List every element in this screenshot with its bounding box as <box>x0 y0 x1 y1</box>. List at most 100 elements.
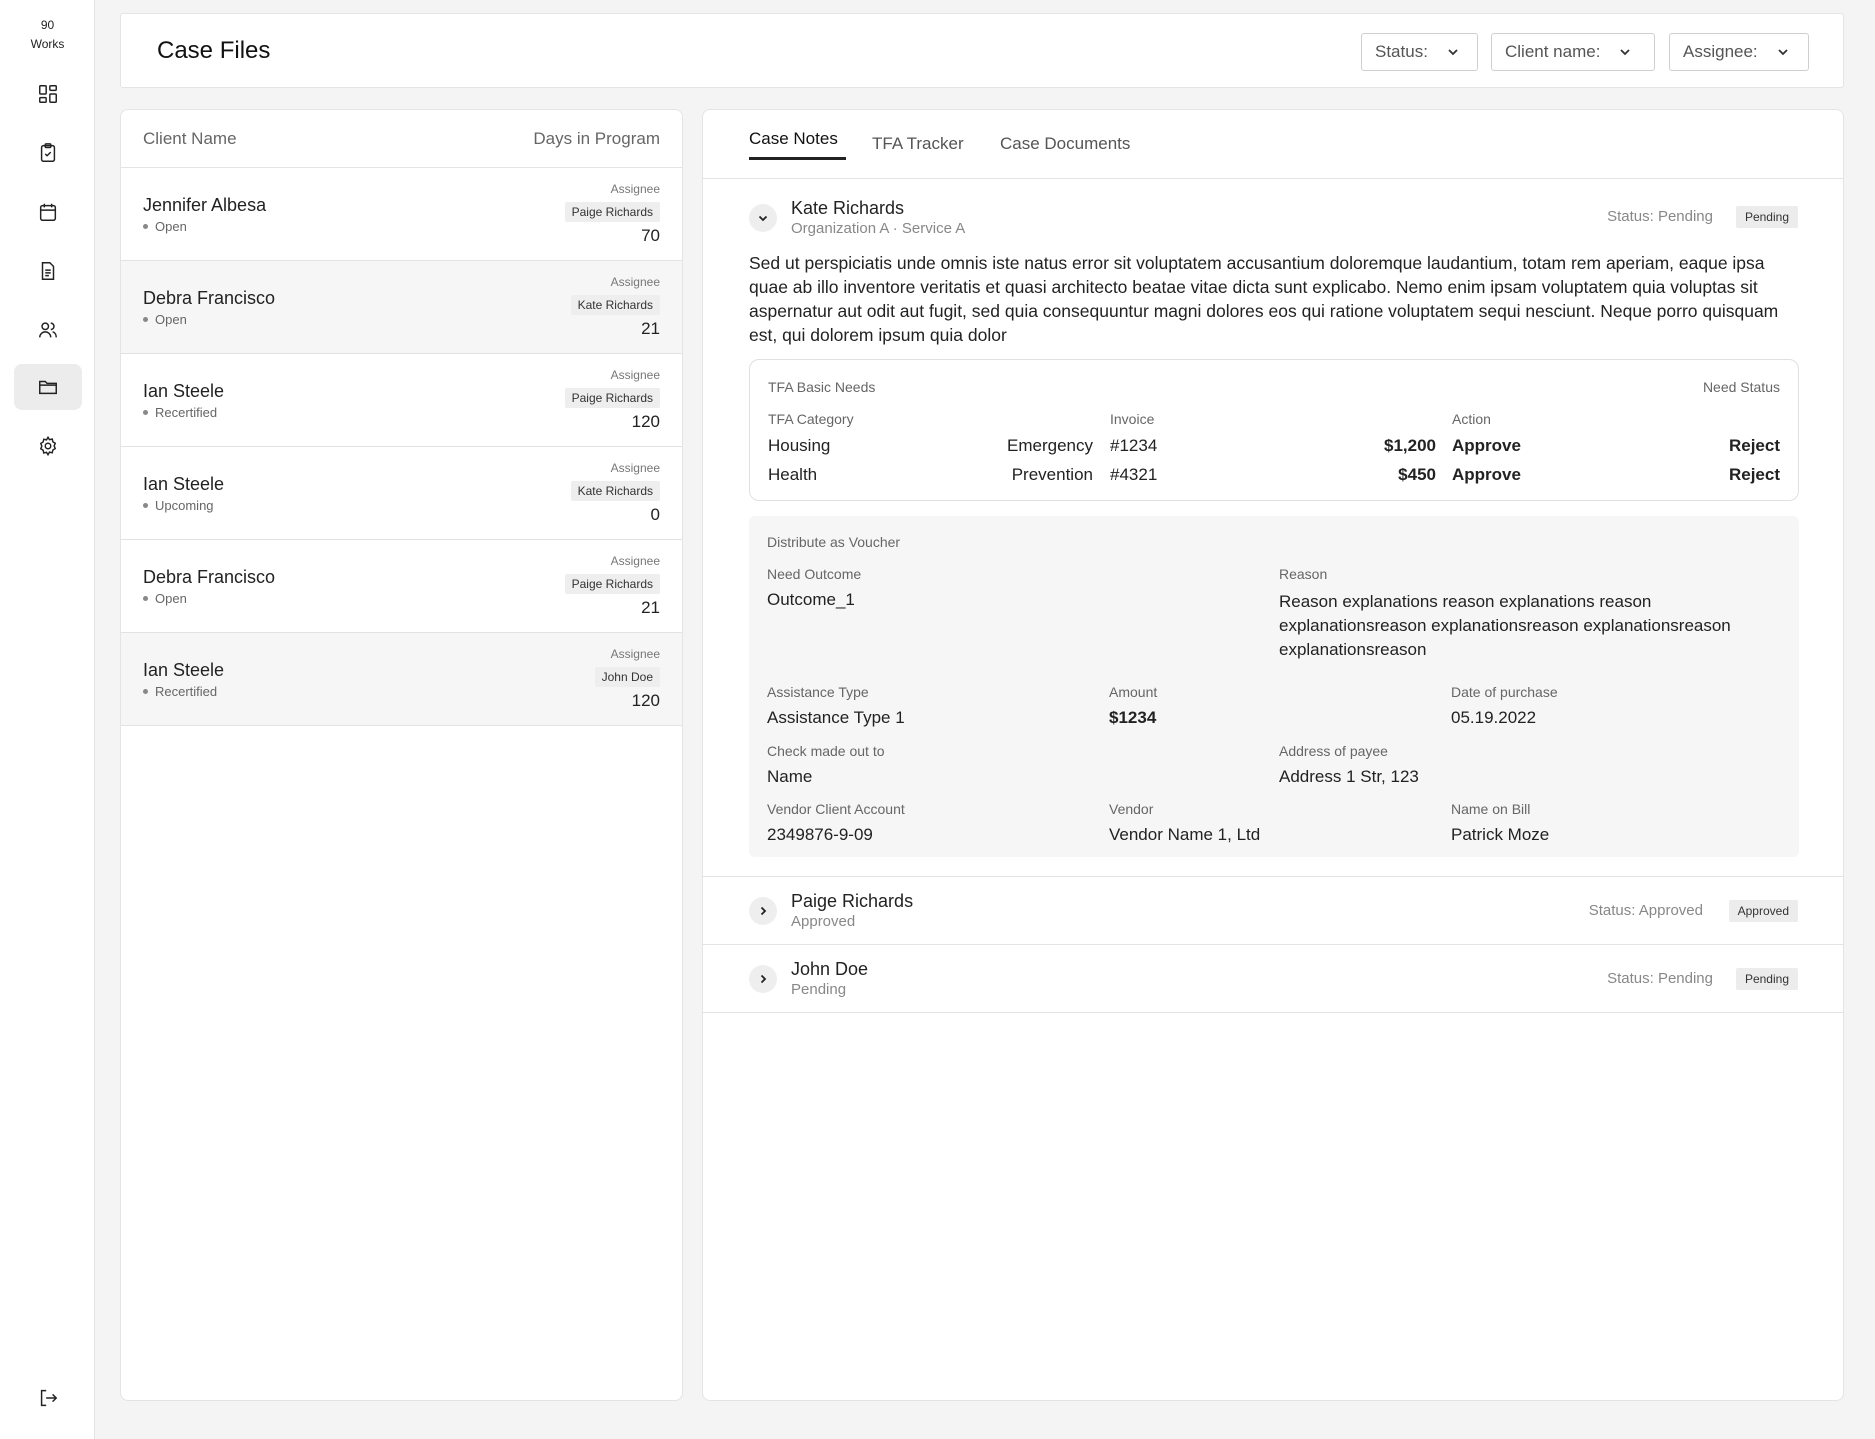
nav-settings[interactable] <box>14 423 82 469</box>
client-status-label: Recertified <box>155 405 218 420</box>
expand-note-button[interactable] <box>749 897 777 925</box>
tab-case-notes[interactable]: Case Notes <box>749 129 838 149</box>
nav-dashboard[interactable] <box>14 71 82 117</box>
client-status-label: Recertified <box>155 684 218 699</box>
need-amount: $450 <box>1398 465 1436 484</box>
status-dot <box>143 503 148 508</box>
status-badge: Pending <box>1735 968 1798 990</box>
assignee-badge: Paige Richards <box>564 574 660 594</box>
invoice-header: Invoice <box>1110 411 1155 427</box>
assignee-badge: Paige Richards <box>564 202 660 222</box>
assignee-badge: Paige Richards <box>564 388 660 408</box>
client-name: Ian Steele <box>143 660 225 680</box>
chevron-down-icon <box>1778 49 1788 56</box>
case-detail-panel: Case Notes TFA Tracker Case Documents Ka… <box>702 109 1844 1401</box>
nav-tasks[interactable] <box>14 130 82 176</box>
need-type: Emergency <box>1007 436 1093 455</box>
client-name: Debra Francisco <box>143 288 276 308</box>
chevron-down-icon <box>758 215 768 222</box>
vendor-client-account-value: 2349876-9-09 <box>767 825 873 844</box>
client-list-panel: Client Name Days in Program Jennifer Alb… <box>120 109 683 1401</box>
reject-button[interactable]: Reject <box>1729 465 1780 485</box>
days-in-program: 0 <box>650 505 660 524</box>
page-title: Case Files <box>157 37 271 64</box>
note-author: John Doe <box>791 959 869 979</box>
case-note-collapsed[interactable]: John Doe Pending Status: Pending Pending <box>703 945 1843 1013</box>
need-invoice: #1234 <box>1110 436 1158 455</box>
client-status: Recertified <box>143 684 217 699</box>
case-note-collapsed[interactable]: Paige Richards Approved Status: Approved… <box>703 877 1843 945</box>
users-icon <box>39 322 57 338</box>
amount-label: Amount <box>1109 684 1158 700</box>
assignee-label: Assignee <box>610 275 660 289</box>
client-row[interactable]: Ian Steele Recertified Assignee John Doe… <box>121 633 682 726</box>
client-status: Open <box>143 312 187 327</box>
client-row[interactable]: Ian Steele Recertified Assignee Paige Ri… <box>121 354 682 447</box>
assignee-filter[interactable]: Assignee: <box>1669 33 1809 71</box>
reject-button[interactable]: Reject <box>1729 436 1780 456</box>
tab-tfa-tracker[interactable]: TFA Tracker <box>872 134 964 154</box>
needs-title: TFA Basic Needs <box>768 379 876 395</box>
assignee-label: Assignee <box>610 461 660 475</box>
need-outcome-value: Outcome_1 <box>767 590 855 609</box>
approve-button[interactable]: Approve <box>1452 436 1521 456</box>
client-status-label: Open <box>155 312 187 327</box>
need-invoice: #4321 <box>1110 465 1158 484</box>
approve-button[interactable]: Approve <box>1452 465 1521 485</box>
tab-case-documents[interactable]: Case Documents <box>1000 134 1130 154</box>
days-in-program: 120 <box>631 412 660 431</box>
column-header-client-name[interactable]: Client Name <box>143 129 237 149</box>
nav-documents[interactable] <box>14 248 82 294</box>
note-status-text: Status: Pending <box>1607 970 1713 987</box>
client-row[interactable]: Ian Steele Upcoming Assignee Kate Richar… <box>121 447 682 540</box>
assignee-label: Assignee <box>610 647 660 661</box>
need-outcome-label: Need Outcome <box>767 566 862 582</box>
voucher-details-card: Distribute as Voucher Need Outcome Outco… <box>749 516 1799 857</box>
logo-line-1: 90 <box>40 18 55 32</box>
assistance-type-label: Assistance Type <box>767 684 869 700</box>
nav-case-files[interactable] <box>14 364 82 410</box>
note-status-sub: Pending <box>791 981 847 998</box>
logout-button[interactable] <box>14 1375 82 1421</box>
column-header-days-in-program[interactable]: Days in Program <box>533 129 660 149</box>
note-status-sub: Approved <box>791 913 856 930</box>
client-name: Ian Steele <box>143 474 225 494</box>
client-name-filter[interactable]: Client name: <box>1491 33 1655 71</box>
reason-label: Reason <box>1279 566 1328 582</box>
vendor-client-account-label: Vendor Client Account <box>767 801 905 817</box>
client-row[interactable]: Debra Francisco Open Assignee Kate Richa… <box>121 261 682 354</box>
expand-note-button[interactable] <box>749 965 777 993</box>
chevron-down-icon <box>1448 49 1458 56</box>
assignee-badge: John Doe <box>594 667 660 687</box>
tfa-category-header: TFA Category <box>768 411 854 427</box>
client-name-filter-label: Client name: <box>1505 42 1601 61</box>
status-filter[interactable]: Status: <box>1361 33 1478 71</box>
nav-calendar[interactable] <box>14 189 82 235</box>
client-name: Ian Steele <box>143 381 225 401</box>
status-badge: Pending <box>1735 206 1798 228</box>
nav-users[interactable] <box>14 307 82 353</box>
need-status-label: Need Status <box>1702 379 1780 395</box>
date-of-purchase-value: 05.19.2022 <box>1451 708 1537 727</box>
address-of-payee-label: Address of payee <box>1279 743 1388 759</box>
client-status: Recertified <box>143 405 217 420</box>
client-row[interactable]: Debra Francisco Open Assignee Paige Rich… <box>121 540 682 633</box>
vendor-label: Vendor <box>1109 801 1154 817</box>
name-on-bill-value: Patrick Moze <box>1451 825 1550 844</box>
status-dot <box>143 317 148 322</box>
days-in-program: 21 <box>641 598 660 617</box>
document-icon <box>41 262 55 280</box>
assignee-label: Assignee <box>610 368 660 382</box>
collapse-note-button[interactable] <box>749 204 777 232</box>
days-in-program: 21 <box>641 319 660 338</box>
name-on-bill-label: Name on Bill <box>1451 801 1531 817</box>
client-status-label: Open <box>155 219 187 234</box>
calendar-icon <box>39 203 57 221</box>
clipboard-check-icon <box>40 143 56 162</box>
client-row[interactable]: Jennifer Albesa Open Assignee Paige Rich… <box>121 168 682 261</box>
gear-icon <box>39 435 57 457</box>
assistance-type-value: Assistance Type 1 <box>767 708 905 727</box>
assignee-label: Assignee <box>610 554 660 568</box>
need-amount: $1,200 <box>1384 436 1436 455</box>
status-dot <box>143 689 148 694</box>
